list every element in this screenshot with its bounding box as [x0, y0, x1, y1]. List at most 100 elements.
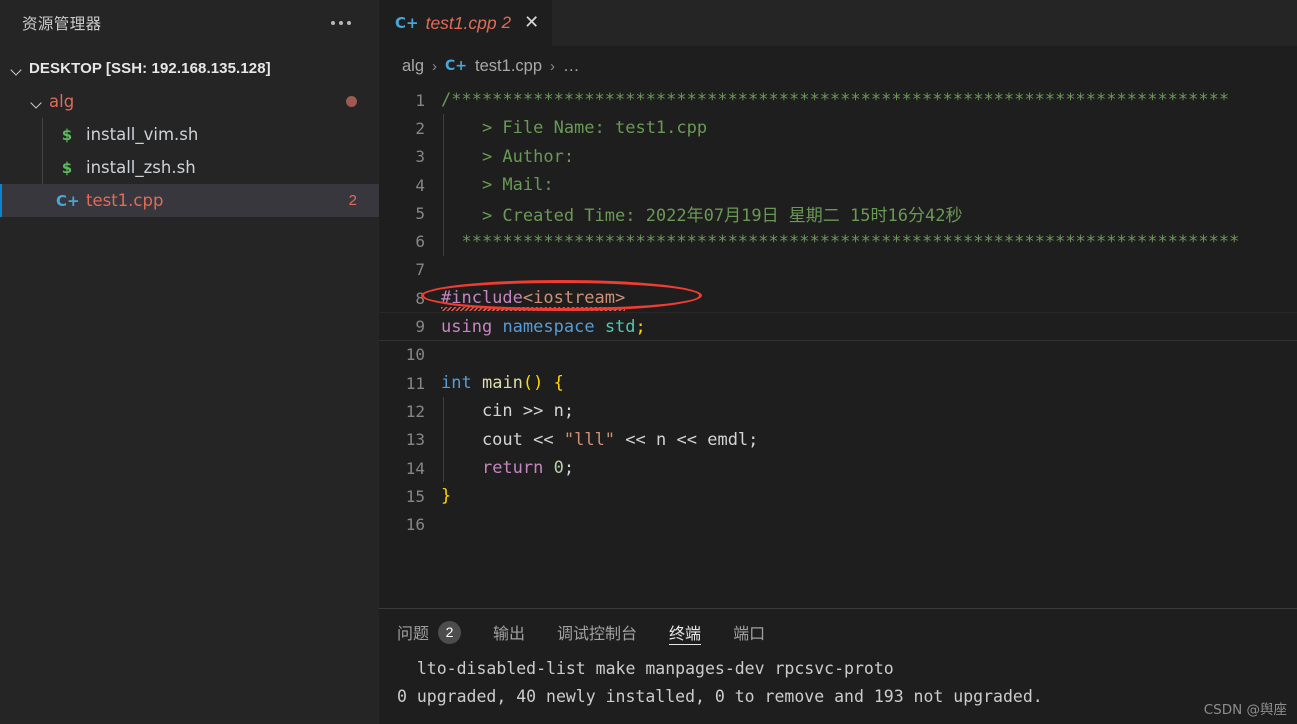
- breadcrumb-item-file[interactable]: test1.cpp: [475, 57, 542, 76]
- code-token: >>: [522, 401, 544, 422]
- editor-line[interactable]: 2 > File Name: test1.cpp: [379, 114, 1297, 143]
- line-number: 14: [405, 458, 425, 478]
- code-token: > Author:: [441, 146, 585, 167]
- cpp-file-icon: C+: [395, 14, 419, 32]
- panel-tab-debug-console[interactable]: 调试控制台: [557, 609, 637, 655]
- code-token: <<: [625, 429, 646, 450]
- code-editor[interactable]: 1 /**************************************…: [379, 86, 1297, 608]
- panel-tab-label: 端口: [733, 624, 766, 643]
- code-token: n: [645, 429, 677, 450]
- editor-line[interactable]: 13 cout << "lll" << n << emdl;: [379, 425, 1297, 454]
- line-number: 1: [415, 90, 425, 110]
- code-token: ;: [635, 316, 646, 337]
- explorer-more-actions[interactable]: [331, 21, 365, 25]
- editor-line[interactable]: 3 > Author:: [379, 142, 1297, 171]
- code-token: <<: [533, 429, 554, 450]
- close-icon[interactable]: ✕: [524, 14, 539, 32]
- line-number: 2: [415, 118, 425, 138]
- line-content: int main() {: [441, 373, 564, 393]
- tree-item-install_vim[interactable]: $ install_vim.sh: [0, 118, 379, 151]
- breadcrumb-item-symbol[interactable]: …: [563, 57, 580, 76]
- line-number: 7: [415, 260, 425, 280]
- code-token: (): [522, 373, 544, 394]
- line-number: 16: [405, 515, 425, 535]
- tree-item-root[interactable]: DESKTOP [SSH: 192.168.135.128]: [0, 52, 379, 85]
- editor-line[interactable]: 15}: [379, 482, 1297, 510]
- line-content: > Author:: [441, 147, 584, 167]
- line-number: 12: [405, 401, 425, 421]
- editor-line[interactable]: 11 int main() {: [379, 369, 1297, 397]
- line-number: 10: [405, 345, 425, 365]
- ellipsis-icon[interactable]: [331, 21, 351, 25]
- code-token: int: [441, 373, 472, 394]
- folder-label: alg: [49, 92, 75, 111]
- explorer-header: 资源管理器: [0, 0, 379, 46]
- panel-tab-ports[interactable]: 端口: [733, 609, 765, 655]
- editor-line[interactable]: 6 **************************************…: [379, 227, 1297, 256]
- line-number: 4: [415, 175, 425, 195]
- code-token: > File Name: test1.cpp: [441, 118, 708, 139]
- line-number: 15: [405, 486, 425, 506]
- code-token: cin: [441, 401, 523, 422]
- tab-test1-cpp[interactable]: C+ test1.cpp 2 ✕: [379, 0, 553, 46]
- file-label: test1.cpp: [86, 191, 164, 210]
- panel-tab-terminal[interactable]: 终端: [669, 609, 702, 655]
- line-number: 5: [415, 203, 425, 223]
- breadcrumb: alg › C+ test1.cpp › …: [379, 46, 1297, 86]
- line-content: return 0;: [441, 458, 574, 478]
- line-number: 11: [405, 373, 425, 393]
- line-content: #include<iostream>: [421, 280, 702, 312]
- shell-script-icon: $: [61, 125, 73, 144]
- editor-line[interactable]: 16: [379, 510, 1297, 538]
- breadcrumb-separator: ›: [432, 57, 438, 75]
- code-token: }: [441, 486, 452, 507]
- code-token: 0: [553, 458, 564, 478]
- editor-line[interactable]: 14 return 0;: [379, 453, 1297, 483]
- editor-line[interactable]: 8 #include<iostream>: [379, 280, 1297, 312]
- tree-item-test1-cpp[interactable]: C+ test1.cpp 2: [0, 184, 379, 217]
- code-token: /***************************************…: [441, 90, 1230, 111]
- explorer-title: 资源管理器: [22, 15, 102, 33]
- line-content: using namespace std;: [441, 317, 646, 337]
- line-content: ****************************************…: [441, 232, 1239, 252]
- editor-line[interactable]: 7: [379, 256, 1297, 284]
- tree-item-folder-alg[interactable]: alg: [0, 85, 379, 118]
- error-count-badge: 2: [348, 192, 357, 209]
- line-number: 3: [415, 147, 425, 167]
- editor-line[interactable]: 5 > Created Time: 2022年07月19日 星期二 15时16分…: [379, 199, 1297, 228]
- vscode-window: 资源管理器 DESKTOP [SSH: 192.168.135.128] alg…: [0, 0, 1297, 724]
- panel-tab-label: 问题: [397, 624, 430, 643]
- file-label: install_vim.sh: [86, 125, 199, 144]
- terminal-line: 0 upgraded, 40 newly installed, 0 to rem…: [397, 687, 1043, 706]
- code-token: emdl;: [696, 429, 759, 450]
- error-dot-icon: [346, 96, 357, 107]
- line-content: > Created Time: 2022年07月19日 星期二 15时16分42…: [441, 201, 963, 226]
- editor-line[interactable]: 1 /**************************************…: [379, 86, 1297, 114]
- editor-line[interactable]: 4 > Mail:: [379, 170, 1297, 200]
- code-token: namespace: [502, 316, 595, 337]
- cpp-file-icon: C+: [445, 58, 468, 74]
- chevron-down-icon[interactable]: [28, 93, 46, 111]
- line-content: > File Name: test1.cpp: [441, 118, 707, 138]
- code-token: ;: [563, 458, 575, 478]
- code-token: return: [481, 458, 544, 478]
- breadcrumb-item-alg[interactable]: alg: [402, 57, 424, 76]
- chevron-down-icon[interactable]: [8, 60, 26, 78]
- tree-item-install_zsh[interactable]: $ install_zsh.sh: [0, 151, 379, 184]
- tree-children: $ install_vim.sh $ install_zsh.sh C+ tes…: [0, 118, 379, 217]
- editor-line[interactable]: 10: [379, 341, 1297, 369]
- editor-line[interactable]: 9 using namespace std;: [379, 312, 1297, 341]
- panel-tab-output[interactable]: 输出: [493, 609, 525, 655]
- editor-line[interactable]: 12 cin >> n;: [379, 397, 1297, 426]
- line-content: cin >> n;: [441, 401, 574, 421]
- panel-tab-problems[interactable]: 问题 2: [397, 609, 462, 655]
- terminal-line: lto-disabled-list make manpages-dev rpcs…: [397, 659, 894, 678]
- terminal-output[interactable]: lto-disabled-list make manpages-dev rpcs…: [379, 655, 1297, 711]
